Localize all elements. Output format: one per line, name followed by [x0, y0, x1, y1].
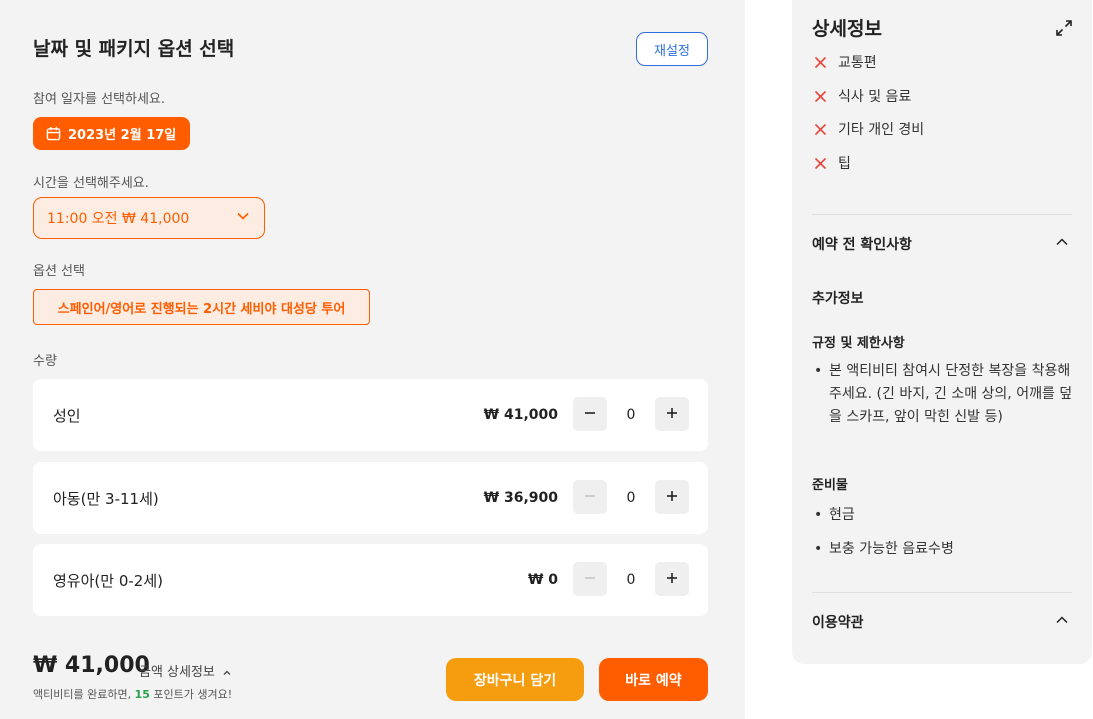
calendar-icon [46, 126, 61, 141]
points-value: 15 [134, 688, 150, 701]
decrement-button[interactable] [573, 397, 607, 431]
quantity-label: 수량 [33, 354, 57, 369]
ticket-price: ₩ 41,000 [483, 407, 558, 423]
excluded-item: 팁 [812, 153, 851, 173]
option-chip[interactable]: 스페인어/영어로 진행되는 2시간 세비야 대성당 투어 [33, 289, 370, 325]
plus-icon [665, 487, 679, 508]
excluded-item: 식사 및 음료 [812, 86, 911, 106]
prep-title: 준비물 [812, 478, 848, 493]
quantity-row: 성인 ₩ 41,000 0 [33, 379, 708, 451]
points-note: 액티비티를 완료하면, 15 포인트가 생겨요! [33, 686, 232, 702]
decrement-button[interactable] [573, 562, 607, 596]
quantity-value: 0 [626, 572, 636, 588]
chevron-down-icon [236, 209, 250, 227]
rules-title: 규정 및 제한사항 [812, 336, 905, 351]
ticket-type: 아동(만 3-11세) [53, 489, 159, 508]
points-text-after: 포인트가 생겨요! [149, 688, 233, 701]
close-icon [812, 54, 828, 70]
selected-date: 2023년 2월 17일 [68, 128, 177, 143]
time-prompt: 시간을 선택해주세요. [33, 176, 149, 191]
price-detail-label: 금액 상세정보 [139, 665, 215, 680]
quantity-row: 영유아(만 0-2세) ₩ 0 0 [33, 544, 708, 616]
additional-info-title: 추가정보 [812, 291, 864, 307]
bullet-item: • 보충 가능한 음료수병 [812, 538, 1074, 561]
chevron-up-icon [219, 665, 232, 680]
terms-title: 이용약관 [812, 615, 864, 631]
chevron-up-icon[interactable] [1054, 234, 1070, 250]
ticket-type: 성인 [53, 406, 81, 425]
ticket-price: ₩ 36,900 [483, 490, 558, 506]
details-panel: 상세정보 교통편 식사 및 음료 기타 개인 경비 팁 예약 전 확인사항 추가정보 … [792, 0, 1092, 664]
plus-icon [665, 404, 679, 425]
bullet-dot: • [814, 507, 823, 523]
bullet-text: 현금 [829, 507, 855, 523]
ticket-price: ₩ 0 [527, 572, 558, 588]
date-chip[interactable]: 2023년 2월 17일 [33, 117, 191, 150]
add-to-cart-button[interactable]: 장바구니 담기 [446, 658, 584, 701]
plus-icon [665, 569, 679, 590]
minus-icon [583, 487, 597, 508]
decrement-button[interactable] [573, 480, 607, 514]
minus-icon [583, 569, 597, 590]
booking-panel: 날짜 및 패키지 옵션 선택 재설정 참여 일자를 선택하세요. 2023년 2… [0, 0, 745, 719]
quantity-row: 아동(만 3-11세) ₩ 36,900 0 [33, 462, 708, 534]
ticket-type: 영유아(만 0-2세) [53, 571, 163, 590]
bullet-dot: • [814, 541, 823, 557]
details-title: 상세정보 [812, 18, 882, 40]
bullet-item: • 현금 [812, 504, 1074, 527]
excluded-item: 기타 개인 경비 [812, 119, 924, 139]
page-title: 날짜 및 패키지 옵션 선택 [33, 38, 235, 60]
increment-button[interactable] [655, 397, 689, 431]
excluded-label: 식사 및 음료 [838, 89, 912, 105]
excluded-label: 기타 개인 경비 [838, 122, 925, 138]
date-prompt: 참여 일자를 선택하세요. [33, 92, 165, 107]
bullet-item: • 본 액티비티 참여시 단정한 복장을 착용해주세요. (긴 바지, 긴 소매 … [812, 360, 1074, 429]
excluded-label: 팁 [838, 156, 851, 172]
close-icon [812, 88, 828, 104]
chevron-up-icon[interactable] [1054, 612, 1070, 628]
quantity-value: 0 [626, 407, 636, 423]
time-select[interactable]: 11:00 오전 ₩ 41,000 [33, 197, 265, 239]
price-detail-toggle[interactable]: 금액 상세정보 [139, 661, 232, 680]
increment-button[interactable] [655, 562, 689, 596]
excluded-item: 교통편 [812, 52, 877, 72]
close-icon [812, 121, 828, 137]
reset-button[interactable]: 재설정 [636, 32, 708, 66]
total-price: ₩ 41,000 [33, 653, 150, 678]
option-prompt: 옵션 선택 [33, 264, 85, 279]
divider [812, 592, 1072, 593]
selected-time: 11:00 오전 ₩ 41,000 [47, 211, 190, 227]
divider [812, 214, 1072, 215]
bullet-text: 본 액티비티 참여시 단정한 복장을 착용해주세요. (긴 바지, 긴 소매 상… [829, 363, 1073, 425]
increment-button[interactable] [655, 480, 689, 514]
pre-check-title: 예약 전 확인사항 [812, 237, 912, 253]
close-icon [812, 155, 828, 171]
expand-icon[interactable] [1055, 19, 1073, 37]
quantity-value: 0 [626, 490, 636, 506]
book-now-button[interactable]: 바로 예약 [599, 658, 708, 701]
points-text-before: 액티비티를 완료하면, [33, 688, 135, 701]
bullet-dot: • [814, 363, 823, 379]
minus-icon [583, 404, 597, 425]
excluded-label: 교통편 [838, 55, 877, 71]
bullet-text: 보충 가능한 음료수병 [829, 541, 954, 557]
